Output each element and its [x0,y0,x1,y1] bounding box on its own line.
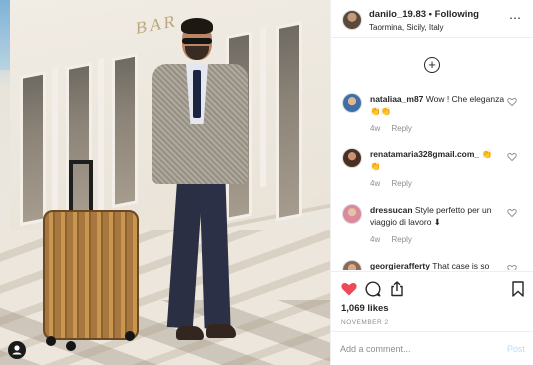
post-date[interactable]: NOVEMBER 2 [341,319,389,326]
post-header: danilo_19.83 • Following Taormina, Sicil… [331,0,533,38]
post-location[interactable]: Taormina, Sicily, Italy [369,23,444,32]
comment-text: renatamaria328gmail.com_ 👏 👏 [370,148,505,172]
post-actions: 1,069 likes NOVEMBER 2 [331,271,533,331]
add-comment-bar: Post [331,331,533,365]
reply-button[interactable]: Reply [391,179,411,188]
comment-age: 4w [370,179,381,188]
post-sidebar: danilo_19.83 • Following Taormina, Sicil… [330,0,533,365]
comment-age: 4w [370,124,381,133]
comment-body: That case is so [432,261,490,270]
reply-button[interactable]: Reply [391,235,411,244]
comment-meta: 4w Reply [370,124,412,133]
separator: • [428,9,432,20]
more-options-icon[interactable]: ⋯ [509,11,521,25]
comment-username[interactable]: renatamaria328gmail.com_ [370,149,479,159]
comment-meta: 4w Reply [370,179,412,188]
bookmark-icon[interactable] [509,280,527,298]
author-avatar[interactable] [342,10,362,30]
share-icon[interactable] [388,280,406,298]
comment-input[interactable] [340,340,490,358]
like-count[interactable]: 1,069 likes [341,303,389,314]
comment-age: 4w [370,235,381,244]
comment-meta: 4w Reply [370,235,412,244]
man-in-suit [146,18,256,358]
comment-text: dressucan Style perfetto per un viaggio … [370,204,505,228]
user-tag-icon[interactable] [8,341,26,359]
comment-like-icon[interactable] [507,97,517,107]
post-photo[interactable]: BAR [0,0,330,365]
comment-like-icon[interactable] [507,152,517,162]
comment-username[interactable]: dressucan [370,205,413,215]
author-line: danilo_19.83 • Following [369,9,479,20]
comment-like-icon[interactable] [507,264,517,270]
like-heart-icon[interactable] [340,280,358,298]
comment-bubble-icon[interactable] [364,280,382,298]
author-username[interactable]: danilo_19.83 [369,9,426,20]
instagram-post-modal: BAR danilo_19.83 • Following Taormina, S… [0,0,533,365]
comment-username[interactable]: nataliaa_m87 [370,94,423,104]
comment-text: nataliaa_m87 Wow ! Che eleganza 👏👏 [370,93,505,117]
comment-like-icon[interactable] [507,208,517,218]
commenter-avatar[interactable] [342,93,362,113]
commenter-avatar[interactable] [342,260,362,270]
post-comment-button[interactable]: Post [507,344,525,354]
comment-username[interactable]: georgierafferty [370,261,430,270]
load-more-comments-icon[interactable]: + [424,57,440,73]
commenter-avatar[interactable] [342,148,362,168]
commenter-avatar[interactable] [342,204,362,224]
comments-list: + nataliaa_m87 Wow ! Che eleganza 👏👏 4w … [331,38,533,270]
reply-button[interactable]: Reply [391,124,411,133]
following-button[interactable]: Following [435,9,479,20]
comment-text: georgierafferty That case is so [370,260,505,270]
